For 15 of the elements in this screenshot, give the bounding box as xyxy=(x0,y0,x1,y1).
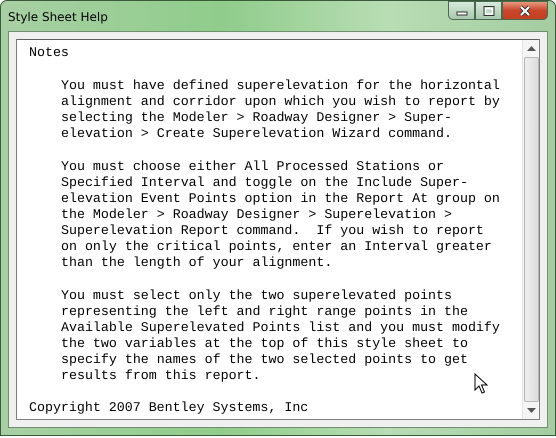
close-icon xyxy=(518,4,532,16)
window-title: Style Sheet Help xyxy=(8,10,108,24)
copyright-text: Copyright 2007 Bentley Systems, Inc xyxy=(29,400,310,416)
scroll-up-icon[interactable] xyxy=(526,46,536,51)
close-button[interactable] xyxy=(502,1,548,20)
maximize-button[interactable] xyxy=(475,1,502,20)
minimize-button[interactable] xyxy=(448,1,475,20)
paragraph: You must have defined superelevation for the horizontal alignment and corridor upon which you wish to report by selecting the Modeler > Roadway Designer > Super- elevation > Create Superelevation Wizard command. xyxy=(61,78,501,142)
maximize-icon xyxy=(482,4,496,16)
scrollbar[interactable] xyxy=(522,40,539,419)
mouse-pointer-icon xyxy=(474,373,488,395)
paragraph: You must choose either All Processed Stations or Specified Interval and toggle on the Include Super- elevation Event Points option in the Report At group on the Modeler > Roadway Designer > Superelevation > Superelevation Report command. If you wish to report on only the critical points, enter an Interval greater than the length of your alignment. xyxy=(61,159,501,271)
paragraph: You must select only the two superelevated points representing the left and right range points in the Available Superelevated Points list and you must modify the two variables at the top of this style sheet to specify the names of the two selected points to get results from this report. xyxy=(61,288,501,384)
heading: Notes xyxy=(29,45,70,61)
scroll-down-icon[interactable] xyxy=(526,408,536,413)
